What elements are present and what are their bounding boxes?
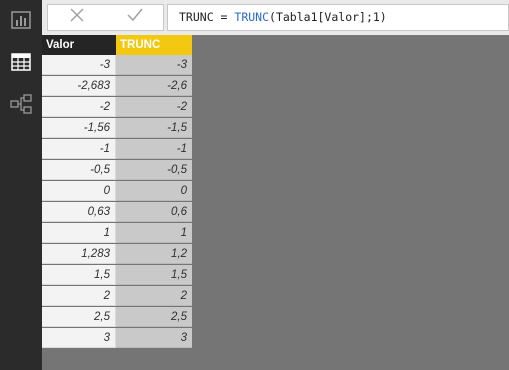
cell-trunc[interactable]: -2,6 [116,76,192,96]
cell-trunc[interactable]: 1,5 [116,265,192,285]
cell-trunc[interactable]: 0,6 [116,202,192,222]
formula-actions [47,4,164,31]
table-row: -2,683 -2,6 [42,76,192,97]
column-header-trunc[interactable]: TRUNC [116,35,192,55]
table-row: -1,56 -1,5 [42,118,192,139]
table-row: 11 [42,223,192,244]
cell-trunc[interactable]: 0 [116,181,192,201]
table-row: 1,283 1,2 [42,244,192,265]
table-row: -1 -1 [42,139,192,160]
check-icon [127,8,143,27]
data-view-icon [11,52,31,76]
cell-trunc[interactable]: -2 [116,97,192,117]
cell-trunc[interactable]: -0,5 [116,160,192,180]
table-row: 0,63 0,6 [42,202,192,223]
cell-trunc[interactable]: -3 [116,55,192,75]
formula-input[interactable]: TRUNC = TRUNC(Tabla1[Valor];1) [167,4,509,31]
cell-valor[interactable]: -0,5 [42,160,116,180]
column-header-valor[interactable]: Valor [42,35,116,55]
cell-valor[interactable]: 1,5 [42,265,116,285]
report-view-icon [11,10,31,34]
relationships-view-icon [10,93,32,119]
table-row: 22 [42,286,192,307]
table-row: -3 -3 [42,55,192,76]
relationships-view-button[interactable] [0,86,42,126]
formula-equals: = [213,10,235,24]
data-view-button[interactable] [0,44,42,84]
table-row: 1,5 1,5 [42,265,192,286]
commit-formula-button[interactable] [106,5,164,30]
view-sidebar [0,0,42,370]
table-row: 33 [42,328,192,349]
cell-valor[interactable]: -1 [42,139,116,159]
table-row: 2,5 2,5 [42,307,192,328]
cell-valor[interactable]: 2,5 [42,307,116,327]
cancel-formula-button[interactable] [48,5,106,30]
formula-bar: TRUNC = TRUNC(Tabla1[Valor];1) [42,0,509,35]
cell-trunc[interactable]: 1,2 [116,244,192,264]
cell-trunc[interactable]: 2 [116,286,192,306]
cell-valor[interactable]: -2 [42,97,116,117]
cell-trunc[interactable]: 1 [116,223,192,243]
close-icon [70,8,84,27]
cell-trunc[interactable]: -1 [116,139,192,159]
cell-valor[interactable]: 1,283 [42,244,116,264]
table-row: 00 [42,181,192,202]
cell-valor[interactable]: 0,63 [42,202,116,222]
cell-valor[interactable]: -3 [42,55,116,75]
formula-measure-name: TRUNC [179,10,214,24]
cell-valor[interactable]: 0 [42,181,116,201]
cell-valor[interactable]: 3 [42,328,116,348]
table-row: -2 -2 [42,97,192,118]
table-row: -0,5 -0,5 [42,160,192,181]
report-view-button[interactable] [0,2,42,42]
cell-trunc[interactable]: 3 [116,328,192,348]
cell-valor[interactable]: 1 [42,223,116,243]
cell-trunc[interactable]: 2,5 [116,307,192,327]
cell-valor[interactable]: -1,56 [42,118,116,138]
cell-valor[interactable]: -2,683 [42,76,116,96]
formula-args: (Tabla1[Valor];1) [269,10,387,24]
cell-valor[interactable]: 2 [42,286,116,306]
cell-trunc[interactable]: -1,5 [116,118,192,138]
formula-function: TRUNC [234,10,270,24]
